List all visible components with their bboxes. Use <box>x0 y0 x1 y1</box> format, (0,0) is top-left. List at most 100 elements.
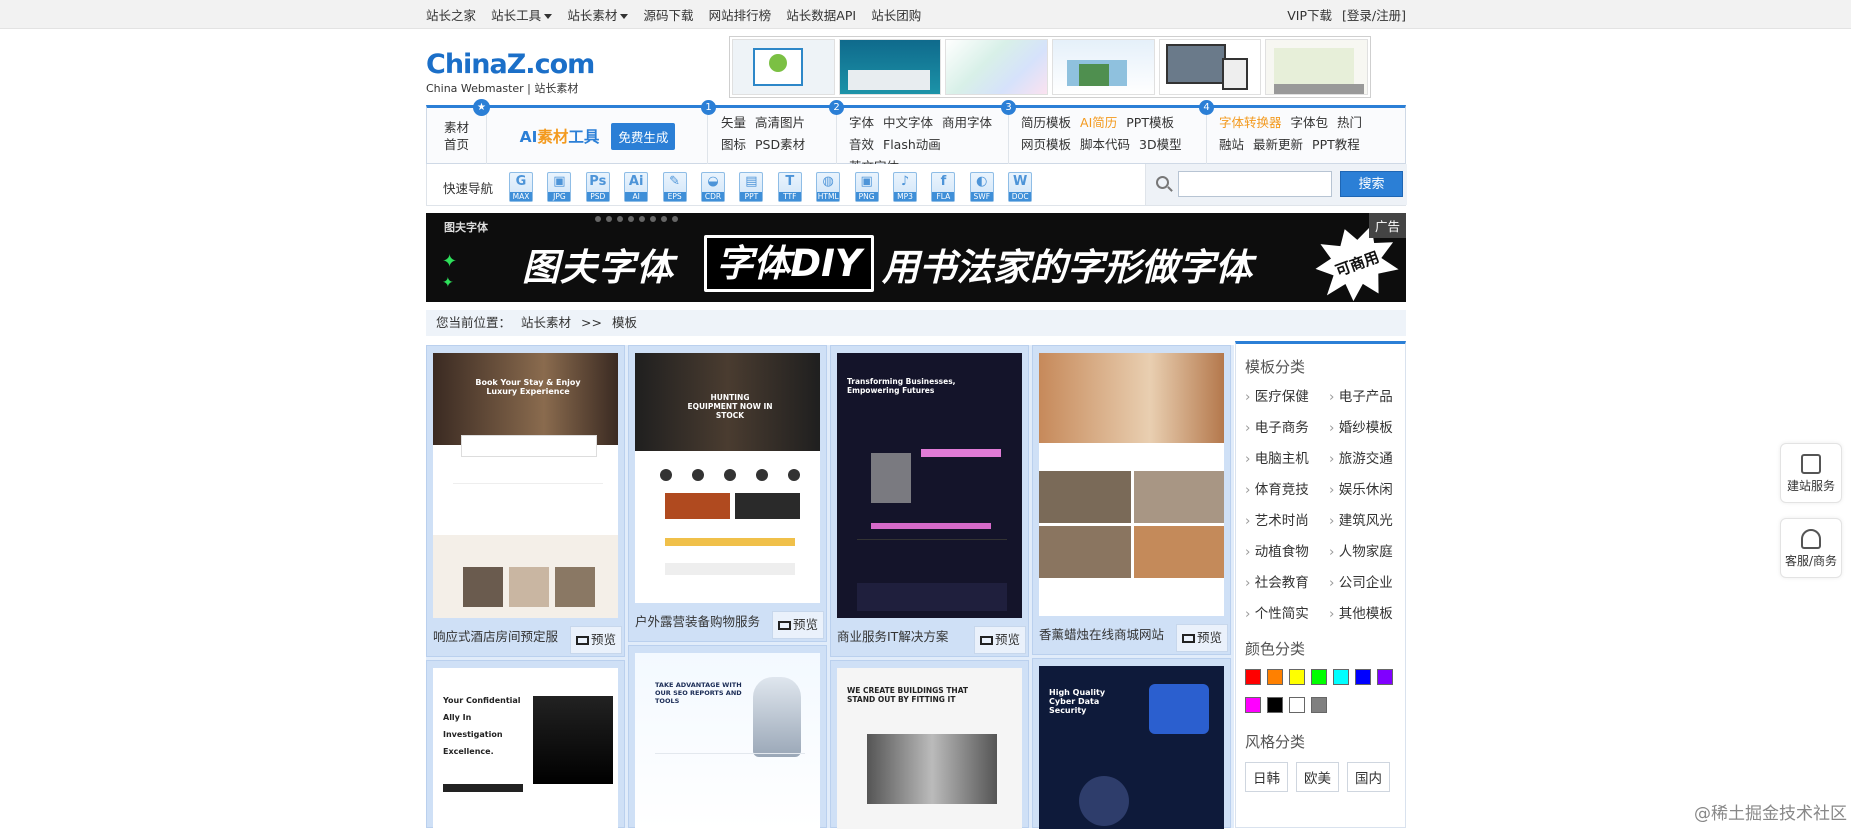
cat-link[interactable]: 脚本代码 <box>1080 137 1130 152</box>
vip-download-link[interactable]: VIP下载 <box>1287 5 1332 24</box>
color-swatch[interactable] <box>1289 669 1305 685</box>
file-type-jpg-icon[interactable]: ▣JPG <box>547 172 571 202</box>
cat-link[interactable]: 商用字体 <box>942 115 992 130</box>
template-card[interactable]: HUNTING EQUIPMENT NOW IN STOCK 户外露营装备购物服… <box>628 345 827 642</box>
preview-button[interactable]: 预览 <box>570 626 622 654</box>
template-category-item[interactable]: 社会教育 <box>1245 571 1329 591</box>
top-link-chinaz[interactable]: 站长之家 <box>426 8 476 23</box>
color-swatch[interactable] <box>1245 669 1261 685</box>
cat-link[interactable]: 最新更新 <box>1253 137 1303 152</box>
site-logo[interactable]: ChinaZ.com China Webmaster | 站长素材 <box>426 50 596 100</box>
cat-link[interactable]: AI简历 <box>1080 115 1117 130</box>
template-thumbnail[interactable]: WE CREATE BUILDINGS THAT STAND OUT BY FI… <box>837 668 1022 829</box>
template-card[interactable]: WE CREATE BUILDINGS THAT STAND OUT BY FI… <box>830 660 1029 828</box>
template-category-item[interactable]: 公司企业 <box>1329 571 1413 591</box>
color-swatch[interactable] <box>1267 669 1283 685</box>
file-type-psd-icon[interactable]: PsPSD <box>586 172 610 202</box>
cat-link[interactable]: 图标 <box>721 137 746 152</box>
preview-button[interactable]: 预览 <box>1176 624 1228 652</box>
template-category-item[interactable]: 电子商务 <box>1245 416 1329 436</box>
template-category-item[interactable]: 电子产品 <box>1329 385 1413 405</box>
color-swatch[interactable] <box>1311 669 1327 685</box>
site-service-button[interactable]: 建站服务 <box>1780 443 1842 503</box>
template-thumbnail[interactable]: High Quality Cyber Data Security <box>1039 666 1224 829</box>
file-type-html-icon[interactable]: ◍HTML <box>816 172 840 202</box>
file-type-doc-icon[interactable]: WDOC <box>1008 172 1032 202</box>
file-type-ppt-icon[interactable]: ▤PPT <box>739 172 763 202</box>
top-link-sucai[interactable]: 站长素材 <box>567 8 628 23</box>
template-category-item[interactable]: 艺术时尚 <box>1245 509 1329 529</box>
cat-link[interactable]: 3D模型 <box>1139 137 1182 152</box>
file-type-ai-icon[interactable]: AiAI <box>624 172 648 202</box>
cat-link[interactable]: 热门 <box>1337 115 1362 130</box>
template-thumbnail[interactable]: Book Your Stay & Enjoy Luxury Experience <box>433 353 618 618</box>
template-category-item[interactable]: 体育竞技 <box>1245 478 1329 498</box>
template-thumbnail[interactable]: HUNTING EQUIPMENT NOW IN STOCK <box>635 353 820 603</box>
template-category-item[interactable]: 其他模板 <box>1329 602 1413 622</box>
color-swatch[interactable] <box>1311 697 1327 713</box>
template-card[interactable]: Book Your Stay & Enjoy Luxury Experience… <box>426 345 625 657</box>
free-generate-button[interactable]: 免费生成 <box>611 123 675 150</box>
breadcrumb-item[interactable]: 站长素材 <box>521 315 571 330</box>
cat-link[interactable]: 网页模板 <box>1021 137 1071 152</box>
cat-link[interactable]: Flash动画 <box>883 137 941 152</box>
template-category-item[interactable]: 动植食物 <box>1245 540 1329 560</box>
cat-link[interactable]: 简历模板 <box>1021 115 1071 130</box>
color-swatch[interactable] <box>1267 697 1283 713</box>
breadcrumb-item[interactable]: 模板 <box>612 315 637 330</box>
search-input[interactable] <box>1178 171 1332 197</box>
template-card[interactable]: High Quality Cyber Data Security <box>1032 658 1231 828</box>
template-card[interactable]: Your Confidential Ally In Investigation … <box>426 660 625 828</box>
top-link-api[interactable]: 站长数据API <box>786 8 856 23</box>
color-swatch[interactable] <box>1289 697 1305 713</box>
banner-thumb[interactable] <box>732 39 835 95</box>
template-category-item[interactable]: 电脑主机 <box>1245 447 1329 467</box>
preview-button[interactable]: 预览 <box>772 611 824 639</box>
template-category-item[interactable]: 婚纱模板 <box>1329 416 1413 436</box>
template-category-item[interactable]: 人物家庭 <box>1329 540 1413 560</box>
cat-link[interactable]: 高清图片 <box>755 115 805 130</box>
template-card[interactable]: 香薰蜡烛在线商城网站 预览 <box>1032 345 1231 655</box>
sucai-home-link[interactable]: 素材 首页 ★ <box>427 108 487 164</box>
customer-service-button[interactable]: 客服/商务 <box>1780 518 1842 578</box>
file-type-png-icon[interactable]: ▣PNG <box>855 172 879 202</box>
file-type-cdr-icon[interactable]: ◒CDR <box>701 172 725 202</box>
cat-link[interactable]: PSD素材 <box>755 137 805 152</box>
file-type-mp3-icon[interactable]: ♪MP3 <box>893 172 917 202</box>
top-link-group[interactable]: 站长团购 <box>871 8 921 23</box>
cat-link[interactable]: 中文字体 <box>883 115 933 130</box>
top-link-source[interactable]: 源码下载 <box>643 8 693 23</box>
top-link-tools[interactable]: 站长工具 <box>491 8 552 23</box>
color-swatch[interactable] <box>1333 669 1349 685</box>
color-swatch[interactable] <box>1245 697 1261 713</box>
top-link-rank[interactable]: 网站排行榜 <box>709 8 772 23</box>
template-thumbnail[interactable]: TAKE ADVANTAGE WITH OUR SEO REPORTS AND … <box>635 653 820 829</box>
style-japan-korea[interactable]: 日韩 <box>1245 762 1288 792</box>
ad-banner[interactable]: 图夫字体 ✦ ✦ 图夫字体 字体DIY 用书法家的字形做字体 可商用 广告 <box>426 213 1406 302</box>
template-thumbnail[interactable]: Your Confidential Ally In Investigation … <box>433 668 618 829</box>
color-swatch[interactable] <box>1377 669 1393 685</box>
banner-thumb[interactable] <box>1159 39 1262 95</box>
template-thumbnail[interactable]: Transforming Businesses, Empowering Futu… <box>837 353 1022 618</box>
cat-link[interactable]: 融站 <box>1219 137 1244 152</box>
template-card[interactable]: TAKE ADVANTAGE WITH OUR SEO REPORTS AND … <box>628 645 827 828</box>
file-type-swf-icon[interactable]: ◐SWF <box>970 172 994 202</box>
template-category-item[interactable]: 旅游交通 <box>1329 447 1413 467</box>
banner-thumb[interactable] <box>839 39 942 95</box>
login-register-link[interactable]: [登录/注册] <box>1342 5 1406 24</box>
file-type-ttf-icon[interactable]: TTTF <box>778 172 802 202</box>
cat-link[interactable]: 矢量 <box>721 115 746 130</box>
file-type-fla-icon[interactable]: fFLA <box>931 172 955 202</box>
template-category-item[interactable]: 个性简实 <box>1245 602 1329 622</box>
template-category-item[interactable]: 医疗保健 <box>1245 385 1329 405</box>
cat-link[interactable]: PPT模板 <box>1126 115 1174 130</box>
template-thumbnail[interactable] <box>1039 353 1224 616</box>
template-card[interactable]: Transforming Businesses, Empowering Futu… <box>830 345 1029 657</box>
search-button[interactable]: 搜索 <box>1340 171 1403 197</box>
banner-thumb[interactable] <box>1265 39 1368 95</box>
style-domestic[interactable]: 国内 <box>1347 762 1390 792</box>
banner-thumb[interactable] <box>1052 39 1155 95</box>
cat-link[interactable]: 字体包 <box>1291 115 1329 130</box>
style-western[interactable]: 欧美 <box>1296 762 1339 792</box>
preview-button[interactable]: 预览 <box>974 626 1026 654</box>
